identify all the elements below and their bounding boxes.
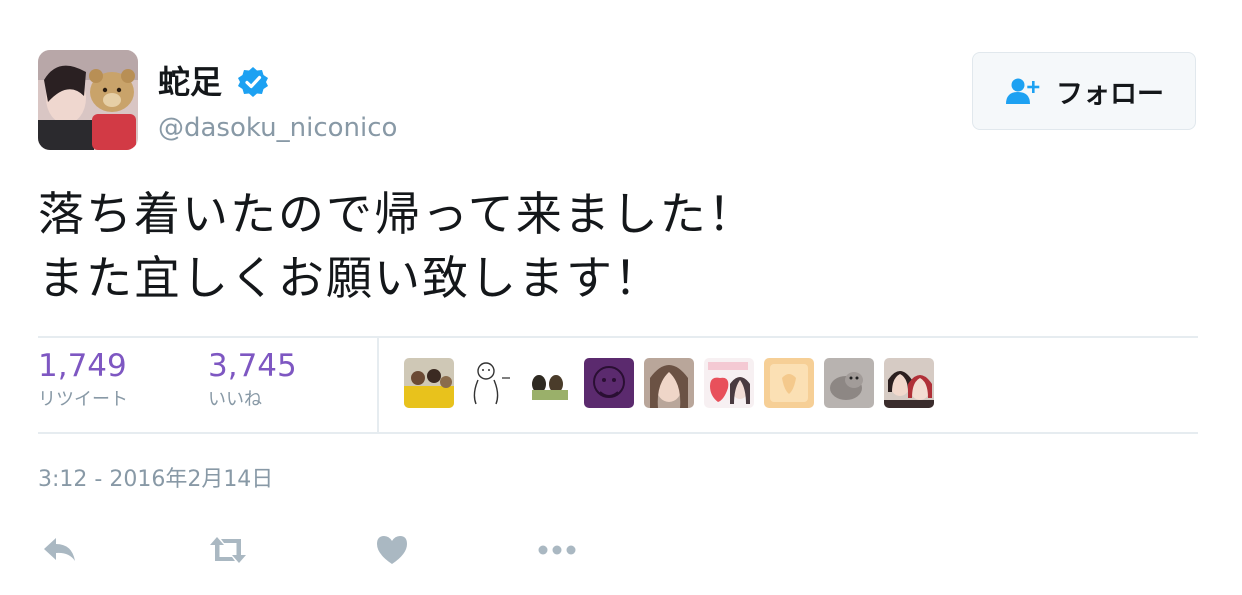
like-stat[interactable]: 3,745 いいね (208, 346, 297, 414)
avatar[interactable] (38, 50, 138, 150)
like-count: 3,745 (208, 348, 297, 384)
liker-avatar-4[interactable] (584, 358, 634, 408)
divider (38, 432, 1198, 434)
liker-avatars (404, 358, 944, 410)
add-user-icon (1006, 78, 1040, 104)
user-handle[interactable]: @dasoku_niconico (158, 110, 397, 146)
like-button[interactable] (374, 530, 410, 570)
liker-avatar-8[interactable] (824, 358, 874, 408)
liker-avatar-7[interactable] (764, 358, 814, 408)
liker-avatar-2[interactable] (464, 358, 514, 408)
tweet-timestamp[interactable]: 3:12 - 2016年2月14日 (38, 464, 273, 496)
like-label: いいね (208, 389, 262, 410)
tweet-text-line: 落ち着いたので帰って来ました！ (38, 187, 756, 241)
retweet-icon (210, 537, 246, 563)
reply-icon (44, 538, 75, 561)
tweet-card: 蛇足 @dasoku_niconico フォロー 落ち着いたので帰って来ました！… (0, 0, 1242, 595)
like-icon (377, 536, 407, 564)
tweet-text-line: また宜しくお願い致します！ (38, 251, 662, 305)
liker-avatar-5[interactable] (644, 358, 694, 408)
display-name[interactable]: 蛇足 (158, 60, 222, 104)
retweet-button[interactable] (206, 530, 250, 570)
follow-button-label: フォロー (1056, 78, 1164, 110)
retweet-stat[interactable]: 1,749 リツイート (38, 346, 128, 414)
reply-button[interactable] (40, 530, 80, 570)
stats-separator (377, 338, 379, 432)
liker-avatar-6[interactable] (704, 358, 754, 408)
retweet-label: リツイート (38, 389, 128, 410)
verified-badge-icon (238, 67, 268, 97)
liker-avatar-1[interactable] (404, 358, 454, 408)
retweet-count: 1,749 (38, 348, 127, 384)
more-button[interactable] (536, 530, 580, 570)
liker-avatar-3[interactable] (524, 358, 574, 408)
liker-avatar-9[interactable] (884, 358, 934, 408)
follow-button[interactable]: フォロー (972, 52, 1196, 130)
more-icon (538, 545, 576, 555)
divider (38, 336, 1198, 338)
tweet-text: 落ち着いたので帰って来ました！ また宜しくお願い致します！ (38, 182, 1198, 310)
